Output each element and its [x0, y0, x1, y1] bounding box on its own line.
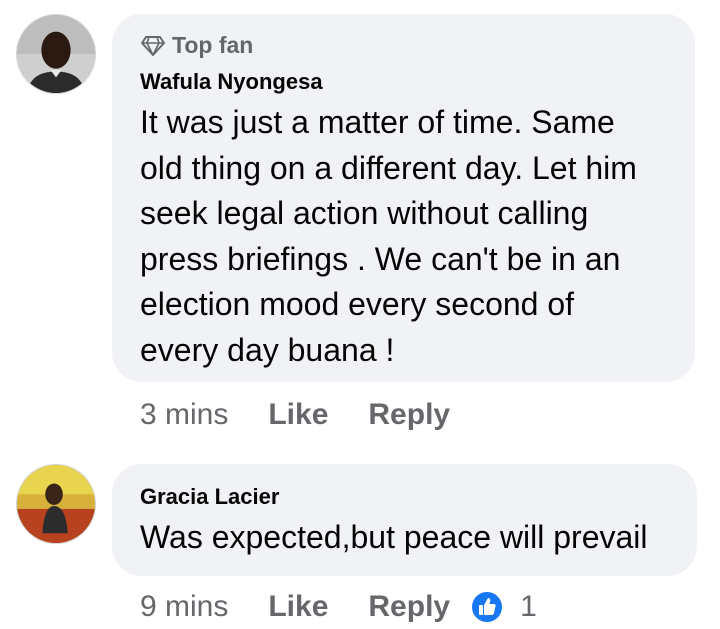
reaction-count: 1 [520, 590, 537, 623]
timestamp[interactable]: 9 mins [140, 590, 228, 624]
avatar-image [17, 465, 95, 543]
comment-text-line: election mood every second of [140, 286, 575, 322]
avatar[interactable] [16, 464, 96, 544]
comment-bubble: Gracia Lacier Was expected,but peace wil… [112, 464, 697, 576]
reactions-summary[interactable]: 1 [470, 590, 537, 624]
comment-bubble: Top fan Wafula Nyongesa It was just a ma… [112, 14, 695, 382]
like-button[interactable]: Like [268, 398, 328, 432]
avatar[interactable] [16, 14, 96, 94]
timestamp[interactable]: 3 mins [140, 398, 228, 432]
top-fan-badge: Top fan [140, 32, 253, 59]
comment-text: Was expected,but peace will prevail [140, 519, 648, 555]
like-button[interactable]: Like [268, 590, 328, 624]
avatar-image [17, 15, 95, 93]
author-name[interactable]: Gracia Lacier [140, 484, 279, 510]
author-name[interactable]: Wafula Nyongesa [140, 69, 323, 95]
diamond-icon [141, 35, 165, 56]
reply-button[interactable]: Reply [368, 398, 450, 432]
comment-text-line: press briefings . We can't be in an [140, 240, 621, 277]
reply-button[interactable]: Reply [368, 590, 450, 624]
comment-text-line: seek legal action without calling [140, 195, 589, 231]
comment-actions: 9 mins Like Reply 1 [140, 590, 537, 624]
comment-text: It was just a matter of time. Same old t… [140, 100, 637, 373]
badge-label: Top fan [172, 32, 254, 58]
comment-text-line: It was just a matter of time. Same [140, 104, 615, 140]
comment-text-line: old thing on a different day. Let him [140, 149, 637, 186]
comment-text-line: every day buana ! [140, 331, 395, 368]
comment-actions: 3 mins Like Reply [140, 398, 450, 432]
like-reaction-icon [470, 590, 505, 624]
